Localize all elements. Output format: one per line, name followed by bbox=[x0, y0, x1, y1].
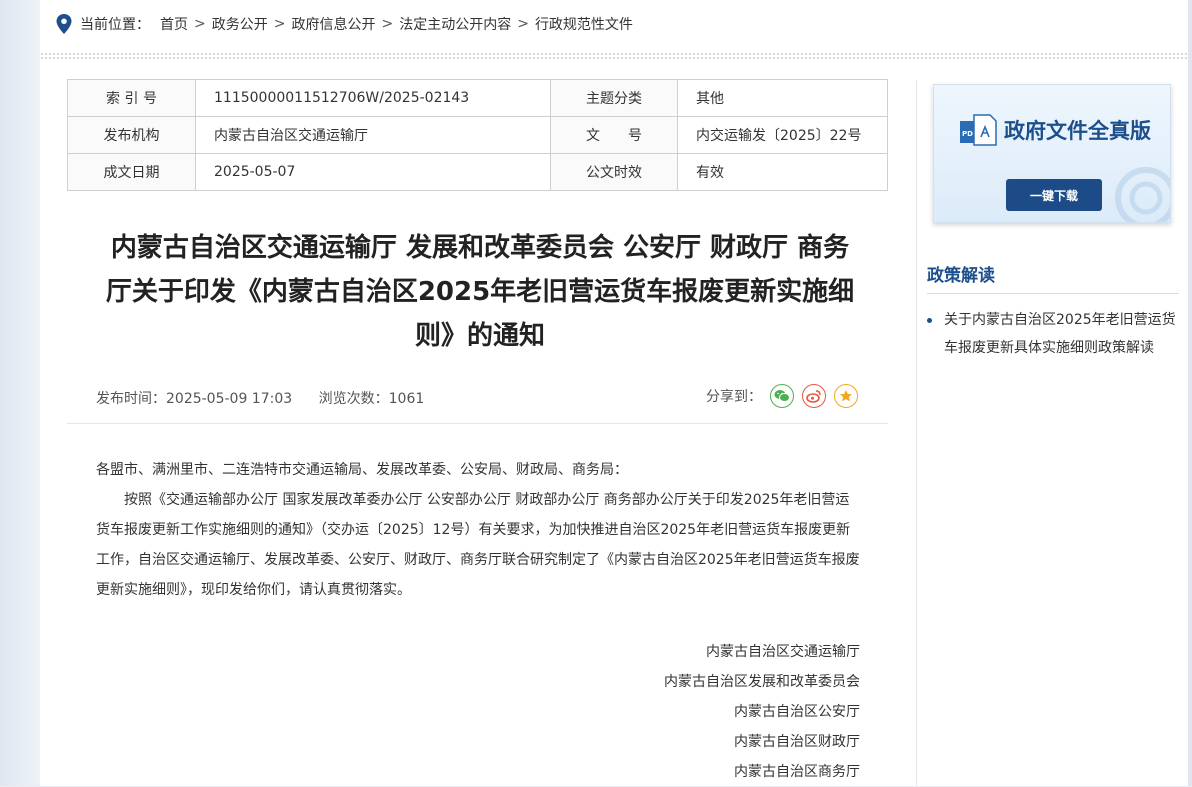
policy-interpretation-heading: 政策解读 bbox=[927, 266, 995, 286]
issuing-org-value: 内蒙古自治区交通运输厅 bbox=[195, 116, 551, 154]
issuing-org-label: 发布机构 bbox=[67, 116, 196, 154]
view-count: 浏览次数：1061 bbox=[318, 391, 425, 407]
title-line: 厅关于印发《内蒙古自治区2025年老旧营运货车报废更新实施细 bbox=[105, 277, 855, 307]
full-document-banner[interactable]: PDF 政府文件全真版 一键下载 bbox=[933, 84, 1171, 223]
title-line: 内蒙古自治区交通运输厅 发展和改革委员会 公安厅 财政厅 商务 bbox=[110, 233, 850, 263]
policy-interpretation-link[interactable]: 关于内蒙古自治区2025年老旧营运货车报废更新具体实施细则政策解读 bbox=[944, 306, 1182, 362]
breadcrumb-prefix: 当前位置： bbox=[80, 17, 150, 33]
validity-value: 有效 bbox=[677, 153, 888, 191]
favorite-share-icon[interactable] bbox=[834, 384, 858, 408]
banner-title: 政府文件全真版 bbox=[1004, 118, 1151, 143]
table-row: 索 引 号 11150000011512706W/2025-02143 主题分类… bbox=[67, 79, 888, 117]
written-date-label: 成文日期 bbox=[67, 153, 196, 191]
breadcrumb-separator: > bbox=[194, 16, 206, 32]
signature-line: 内蒙古自治区发展和改革委员会 bbox=[664, 674, 860, 690]
share-label: 分享到： bbox=[706, 389, 762, 405]
wechat-share-icon[interactable] bbox=[770, 384, 794, 408]
document-meta-table: 索 引 号 11150000011512706W/2025-02143 主题分类… bbox=[67, 79, 888, 191]
sidebar-heading-rule bbox=[927, 293, 1179, 294]
decorative-pattern-icon bbox=[1115, 167, 1170, 222]
breadcrumb-separator: > bbox=[273, 16, 286, 32]
weibo-share-icon[interactable] bbox=[802, 384, 826, 408]
breadcrumb-home-link[interactable]: 首页 bbox=[160, 14, 188, 34]
bullet-dot-icon bbox=[927, 318, 932, 323]
title-line: 则》的通知 bbox=[414, 321, 545, 351]
signature-block: 内蒙古自治区交通运输厅 内蒙古自治区发展和改革委员会 内蒙古自治区公安厅 内蒙古… bbox=[560, 637, 860, 787]
salutation: 各盟市、满洲里市、二连浩特市交通运输局、发展改革委、公安局、财政局、商务局： bbox=[96, 462, 628, 478]
table-row: 发布机构 内蒙古自治区交通运输厅 文 号 内交运输发〔2025〕22号 bbox=[67, 116, 888, 154]
page-left-background bbox=[0, 0, 40, 786]
signature-line: 内蒙古自治区商务厅 bbox=[734, 764, 860, 780]
body-paragraph: 按照《交通运输部办公厅 国家发展改革委办公厅 公安部办公厅 财政部办公厅 商务部… bbox=[96, 492, 860, 598]
breadcrumb-separator: > bbox=[517, 16, 529, 32]
pdf-document-icon: PDF bbox=[960, 114, 997, 146]
breadcrumb: 当前位置： 首页 > 政务公开 > 政府信息公开 > 法定主动公开内容 > 行政… bbox=[56, 12, 633, 36]
signature-line: 内蒙古自治区财政厅 bbox=[734, 734, 860, 750]
topic-category-value: 其他 bbox=[677, 79, 888, 117]
document-number-label: 文 号 bbox=[550, 116, 678, 154]
content-divider bbox=[67, 423, 888, 424]
document-body: 各盟市、满洲里市、二连浩特市交通运输局、发展改革委、公安局、财政局、商务局： 按… bbox=[96, 455, 860, 605]
signature-line: 内蒙古自治区公安厅 bbox=[734, 704, 860, 720]
publish-time: 发布时间：2025-05-09 17:03 bbox=[96, 391, 293, 407]
document-number-value: 内交运输发〔2025〕22号 bbox=[677, 116, 888, 154]
validity-label: 公文时效 bbox=[550, 153, 678, 191]
index-number-label: 索 引 号 bbox=[67, 79, 196, 117]
dotted-divider bbox=[40, 52, 1188, 60]
breadcrumb-separator: > bbox=[381, 16, 394, 32]
share-bar: 分享到： bbox=[706, 382, 858, 410]
breadcrumb-normative-docs-link[interactable]: 行政规范性文件 bbox=[535, 14, 633, 34]
page-right-background bbox=[1188, 0, 1192, 786]
publish-info: 发布时间：2025-05-09 17:03 浏览次数：1061 bbox=[96, 388, 424, 408]
topic-category-label: 主题分类 bbox=[550, 79, 678, 117]
breadcrumb-statutory-content-link[interactable]: 法定主动公开内容 bbox=[399, 14, 511, 34]
breadcrumb-gov-affairs-link[interactable]: 政务公开 bbox=[212, 14, 268, 34]
written-date-value: 2025-05-07 bbox=[195, 153, 551, 191]
breadcrumb-gov-info-link[interactable]: 政府信息公开 bbox=[291, 14, 375, 34]
page-title: 内蒙古自治区交通运输厅 发展和改革委员会 公安厅 财政厅 商务 厅关于印发《内蒙… bbox=[88, 226, 872, 358]
download-button[interactable]: 一键下载 bbox=[1006, 179, 1102, 211]
location-pin-icon bbox=[56, 14, 72, 34]
index-number-value: 11150000011512706W/2025-02143 bbox=[195, 79, 551, 117]
sidebar-divider bbox=[916, 80, 917, 786]
signature-line: 内蒙古自治区交通运输厅 bbox=[706, 644, 860, 660]
table-row: 成文日期 2025-05-07 公文时效 有效 bbox=[67, 153, 888, 191]
